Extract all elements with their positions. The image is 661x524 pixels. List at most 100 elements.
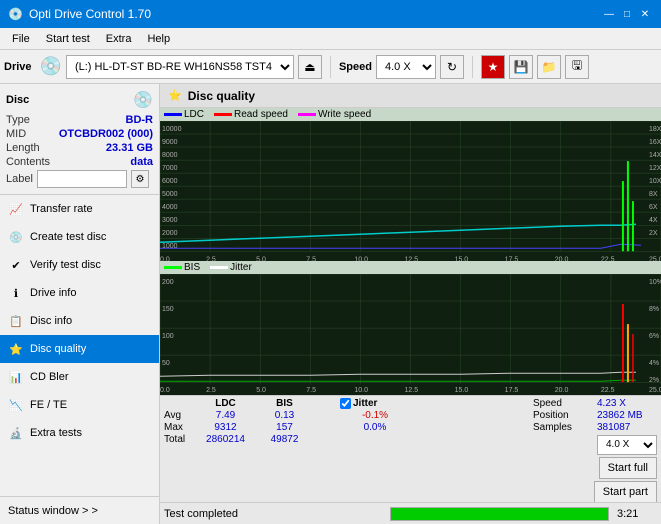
disc-mid-row: MID OTCBDR002 (000) — [6, 128, 153, 140]
disc-mid-value: OTCBDR002 (000) — [59, 128, 153, 140]
samples-value: 381087 — [597, 422, 657, 433]
disc-label-button[interactable]: ⚙ — [131, 170, 149, 188]
svg-text:8000: 8000 — [162, 152, 178, 159]
titlebar: 💿 Opti Drive Control 1.70 — □ ✕ — [0, 0, 661, 28]
svg-text:15.0: 15.0 — [455, 256, 469, 261]
disc-type-label: Type — [6, 114, 30, 126]
bottom-chart-legend: BIS Jitter — [160, 261, 661, 274]
jitter-checkbox[interactable] — [340, 398, 351, 409]
svg-text:15.0: 15.0 — [455, 387, 469, 394]
svg-text:2%: 2% — [649, 377, 659, 384]
disc-type-value: BD-R — [126, 114, 154, 126]
svg-text:10.0: 10.0 — [354, 387, 368, 394]
maximize-button[interactable]: □ — [619, 6, 635, 22]
disc-contents-row: Contents data — [6, 156, 153, 168]
menu-file[interactable]: File — [4, 31, 38, 47]
svg-text:5.0: 5.0 — [256, 256, 266, 261]
svg-text:6%: 6% — [649, 333, 659, 340]
speed-select[interactable]: 4.0 X 1.0 X 2.0 X 6.0 X 8.0 X — [376, 55, 436, 79]
menu-start-test[interactable]: Start test — [38, 31, 98, 47]
start-part-button[interactable]: Start part — [594, 481, 657, 503]
disc-label-input[interactable] — [37, 170, 127, 188]
drive-select[interactable]: (L:) HL-DT-ST BD-RE WH16NS58 TST4 — [66, 55, 294, 79]
svg-text:10.0: 10.0 — [354, 256, 368, 261]
bottom-chart-svg: 200 150 100 50 10% 8% 6% 4% 2% 0.0 2.5 5… — [160, 274, 661, 394]
svg-text:22.5: 22.5 — [601, 387, 615, 394]
close-button[interactable]: ✕ — [637, 6, 653, 22]
max-ldc: 9312 — [198, 422, 253, 433]
position-value: 23862 MB — [597, 410, 657, 421]
bottom-chart: 200 150 100 50 10% 8% 6% 4% 2% 0.0 2.5 5… — [160, 274, 661, 394]
open-button[interactable]: 📁 — [537, 55, 561, 79]
nav-items: 📈 Transfer rate 💿 Create test disc ✔ Ver… — [0, 195, 159, 496]
save-button[interactable]: 💾 — [509, 55, 533, 79]
action-speed-select[interactable]: 4.0 X — [597, 435, 657, 455]
toolbar: Drive 💿 (L:) HL-DT-ST BD-RE WH16NS58 TST… — [0, 50, 661, 84]
start-full-button[interactable]: Start full — [599, 457, 657, 479]
menu-help[interactable]: Help — [139, 31, 178, 47]
sidebar-item-cd-bler[interactable]: 📊 CD Bler — [0, 363, 159, 391]
jitter-legend-label: Jitter — [230, 262, 252, 273]
menubar: File Start test Extra Help — [0, 28, 661, 50]
svg-text:2.5: 2.5 — [206, 387, 216, 394]
top-chart: 10000 9000 8000 7000 6000 5000 4000 3000… — [160, 121, 661, 261]
settings-button[interactable]: ★ — [481, 55, 505, 79]
app-icon: 💿 — [8, 7, 23, 21]
refresh-button[interactable]: ↻ — [440, 55, 464, 79]
sidebar-item-create-test-disc[interactable]: 💿 Create test disc — [0, 223, 159, 251]
fe-te-icon: 📉 — [8, 397, 24, 413]
total-ldc: 2860214 — [198, 434, 253, 445]
eject-button[interactable]: ⏏ — [298, 55, 322, 79]
sidebar-item-disc-quality[interactable]: ⭐ Disc quality — [0, 335, 159, 363]
svg-text:4000: 4000 — [162, 204, 178, 211]
disc-contents-label: Contents — [6, 156, 50, 168]
menu-extra[interactable]: Extra — [98, 31, 140, 47]
bottom-bar: Test completed 3:21 — [160, 502, 661, 524]
verify-test-disc-icon: ✔ — [8, 257, 24, 273]
sidebar-item-fe-te[interactable]: 📉 FE / TE — [0, 391, 159, 419]
write-speed-legend-item: Write speed — [298, 109, 371, 120]
stats-table: LDC BIS Jitter Avg 7.49 0.13 -0.1% — [164, 398, 527, 503]
svg-text:25.0 GB: 25.0 GB — [649, 387, 661, 394]
svg-text:18X: 18X — [649, 126, 661, 133]
status-window-button[interactable]: Status window > > — [0, 496, 159, 524]
content-area: ⭐ Disc quality LDC Read speed Write spee… — [160, 84, 661, 524]
status-text: Test completed — [164, 508, 382, 520]
disc-length-label: Length — [6, 142, 40, 154]
svg-text:22.5: 22.5 — [601, 256, 615, 261]
titlebar-controls: — □ ✕ — [601, 6, 653, 22]
transfer-rate-icon: 📈 — [8, 201, 24, 217]
export-button[interactable]: 🖫 — [565, 55, 589, 79]
content-title-icon: ⭐ — [168, 89, 182, 102]
svg-text:6X: 6X — [649, 204, 658, 211]
sidebar-item-label: Transfer rate — [30, 203, 93, 215]
sidebar-item-drive-info[interactable]: ℹ Drive info — [0, 279, 159, 307]
content-header: ⭐ Disc quality — [160, 84, 661, 108]
jitter-check-wrapper: Jitter — [340, 398, 410, 409]
sidebar-item-label: CD Bler — [30, 371, 69, 383]
svg-text:16X: 16X — [649, 139, 661, 146]
sidebar-item-extra-tests[interactable]: 🔬 Extra tests — [0, 419, 159, 447]
charts-container: LDC Read speed Write speed — [160, 108, 661, 502]
extra-tests-icon: 🔬 — [8, 425, 24, 441]
minimize-button[interactable]: — — [601, 6, 617, 22]
jitter-legend-color — [210, 266, 228, 269]
sidebar-item-verify-test-disc[interactable]: ✔ Verify test disc — [0, 251, 159, 279]
disc-panel-title: Disc — [6, 94, 29, 106]
cd-bler-icon: 📊 — [8, 369, 24, 385]
disc-info-icon: 📋 — [8, 313, 24, 329]
sidebar-item-disc-info[interactable]: 📋 Disc info — [0, 307, 159, 335]
disc-contents-value: data — [130, 156, 153, 168]
max-bis: 157 — [257, 422, 312, 433]
app-title: Opti Drive Control 1.70 — [29, 7, 151, 21]
ldc-legend-item: LDC — [164, 109, 204, 120]
jitter-header: Jitter — [353, 398, 377, 409]
sidebar-item-transfer-rate[interactable]: 📈 Transfer rate — [0, 195, 159, 223]
svg-text:10%: 10% — [649, 279, 661, 286]
sidebar: Disc 💿 Type BD-R MID OTCBDR002 (000) Len… — [0, 84, 160, 524]
svg-text:2X: 2X — [649, 230, 658, 237]
svg-text:10000: 10000 — [162, 126, 182, 133]
titlebar-title: 💿 Opti Drive Control 1.70 — [8, 7, 151, 21]
toolbar-separator2 — [472, 56, 473, 78]
sidebar-item-label: Create test disc — [30, 231, 106, 243]
